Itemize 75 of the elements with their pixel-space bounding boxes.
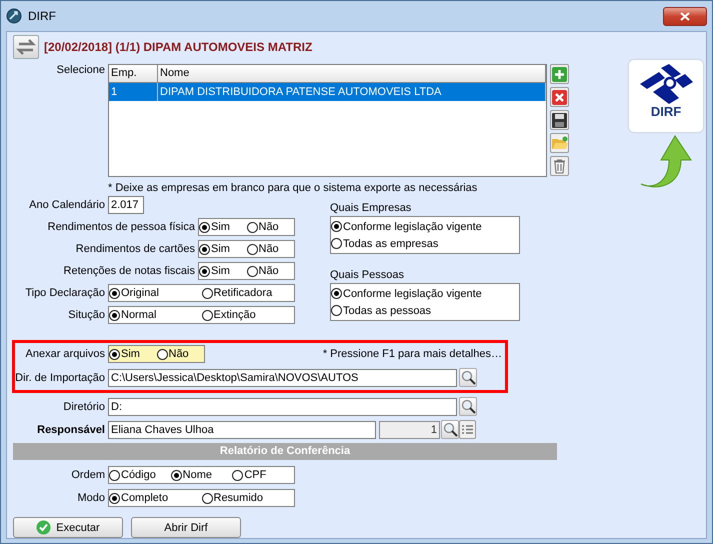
- year-field[interactable]: 2.017: [108, 196, 144, 214]
- radio-label: Sim: [211, 265, 230, 277]
- radio-option[interactable]: Conforme legislação vigente: [331, 218, 519, 235]
- number-field[interactable]: 1: [379, 420, 440, 438]
- radio-option[interactable]: Normal: [109, 309, 202, 321]
- radio-option[interactable]: Completo: [109, 492, 202, 504]
- radio-label: Original: [121, 287, 159, 299]
- radio-option[interactable]: Não: [246, 265, 294, 277]
- field-label: Retenções de notas fiscais: [64, 265, 196, 277]
- radio-option[interactable]: Todas as empresas: [331, 235, 519, 252]
- radio-option[interactable]: Não: [246, 243, 294, 255]
- radio-option[interactable]: Não: [246, 221, 294, 233]
- radio-label: Não: [258, 221, 279, 233]
- radio-option[interactable]: Resumido: [202, 492, 294, 504]
- table-cell: 1: [109, 83, 158, 101]
- radio-option[interactable]: Sim: [199, 243, 246, 255]
- field-label: Dir. de Importação: [15, 372, 106, 384]
- table-row[interactable]: 1 DIPAM DISTRIBUIDORA PATENSE AUTOMOVEIS LTDA: [109, 83, 546, 101]
- radio-option[interactable]: Original: [109, 287, 202, 299]
- section-header: Relatório de Conferência: [13, 443, 557, 460]
- field-label: Ano Calendário: [28, 199, 106, 211]
- radio-label: Extinção: [214, 309, 256, 321]
- radio-option[interactable]: Conforme legislação vigente: [331, 285, 519, 302]
- radio-label: Completo: [121, 492, 168, 504]
- radio-option[interactable]: Sim: [199, 265, 246, 277]
- window-title: DIRF: [28, 9, 56, 23]
- radio-label: Conforme legislação vigente: [343, 288, 482, 300]
- radio-label: Não: [258, 243, 279, 255]
- radio-label: Resumido: [214, 492, 264, 504]
- radio-option[interactable]: Extinção: [202, 309, 294, 321]
- radio-option[interactable]: CPF: [232, 469, 294, 481]
- path-field[interactable]: D:: [108, 398, 457, 416]
- radio-option[interactable]: Retificadora: [202, 287, 294, 299]
- radio-label: Todas as empresas: [343, 238, 438, 250]
- field-label: Situção: [68, 309, 106, 321]
- group-title: Quais Empresas: [330, 202, 412, 214]
- radio-option[interactable]: Sim: [199, 221, 246, 233]
- radio-label: Normal: [121, 309, 156, 321]
- field-label: Rendimentos de cartões: [76, 243, 196, 255]
- field-label: Selecione: [56, 64, 106, 76]
- radio-option[interactable]: Código: [109, 469, 171, 481]
- radio-label: Sim: [211, 221, 230, 233]
- field-label: Modo: [76, 492, 106, 504]
- field-label: Responsável: [36, 424, 106, 436]
- radio-label: CPF: [244, 469, 266, 481]
- radio-option[interactable]: Nome: [170, 469, 232, 481]
- info-note: * Deixe as empresas em branco para que o sistema exporte as necessárias: [108, 182, 478, 194]
- company-header: [20/02/2018] (1/1) DIPAM AUTOMOVEIS MATRIZ: [44, 40, 312, 54]
- radio-option[interactable]: Todas as pessoas: [331, 302, 519, 319]
- column-header[interactable]: Nome: [158, 65, 546, 82]
- name-field[interactable]: Eliana Chaves Ulhoa: [108, 420, 376, 438]
- group-title: Quais Pessoas: [330, 269, 405, 281]
- radio-option[interactable]: Não: [156, 348, 204, 360]
- field-label: Ordem: [70, 469, 106, 481]
- radio-label: Todas as pessoas: [343, 304, 432, 316]
- radio-label: Não: [168, 348, 189, 360]
- column-header[interactable]: Emp.: [109, 65, 158, 82]
- path-field[interactable]: C:\Users\Jessica\Desktop\Samira\NOVOS\AUTOS: [108, 368, 457, 386]
- field-label: Anexar arquivos: [24, 348, 106, 360]
- action-button[interactable]: Abrir Dirf: [131, 517, 241, 538]
- radio-label: Não: [258, 265, 279, 277]
- logo-text: DIRF: [650, 104, 682, 119]
- field-label: Tipo Declaração: [25, 287, 106, 299]
- radio-label: Sim: [211, 243, 230, 255]
- radio-label: Sim: [121, 348, 140, 360]
- radio-label: Nome: [182, 469, 212, 481]
- help-note: * Pressione F1 para mais detalhes…: [322, 348, 502, 360]
- radio-label: Retificadora: [214, 287, 272, 299]
- radio-label: Conforme legislação vigente: [343, 220, 482, 232]
- field-label: Diretório: [62, 400, 106, 412]
- table-cell: DIPAM DISTRIBUIDORA PATENSE AUTOMOVEIS LTDA: [158, 83, 546, 101]
- radio-label: Código: [121, 469, 156, 481]
- radio-option[interactable]: Sim: [109, 348, 156, 360]
- action-button[interactable]: Executar: [13, 517, 123, 538]
- field-label: Rendimentos de pessoa física: [48, 221, 196, 233]
